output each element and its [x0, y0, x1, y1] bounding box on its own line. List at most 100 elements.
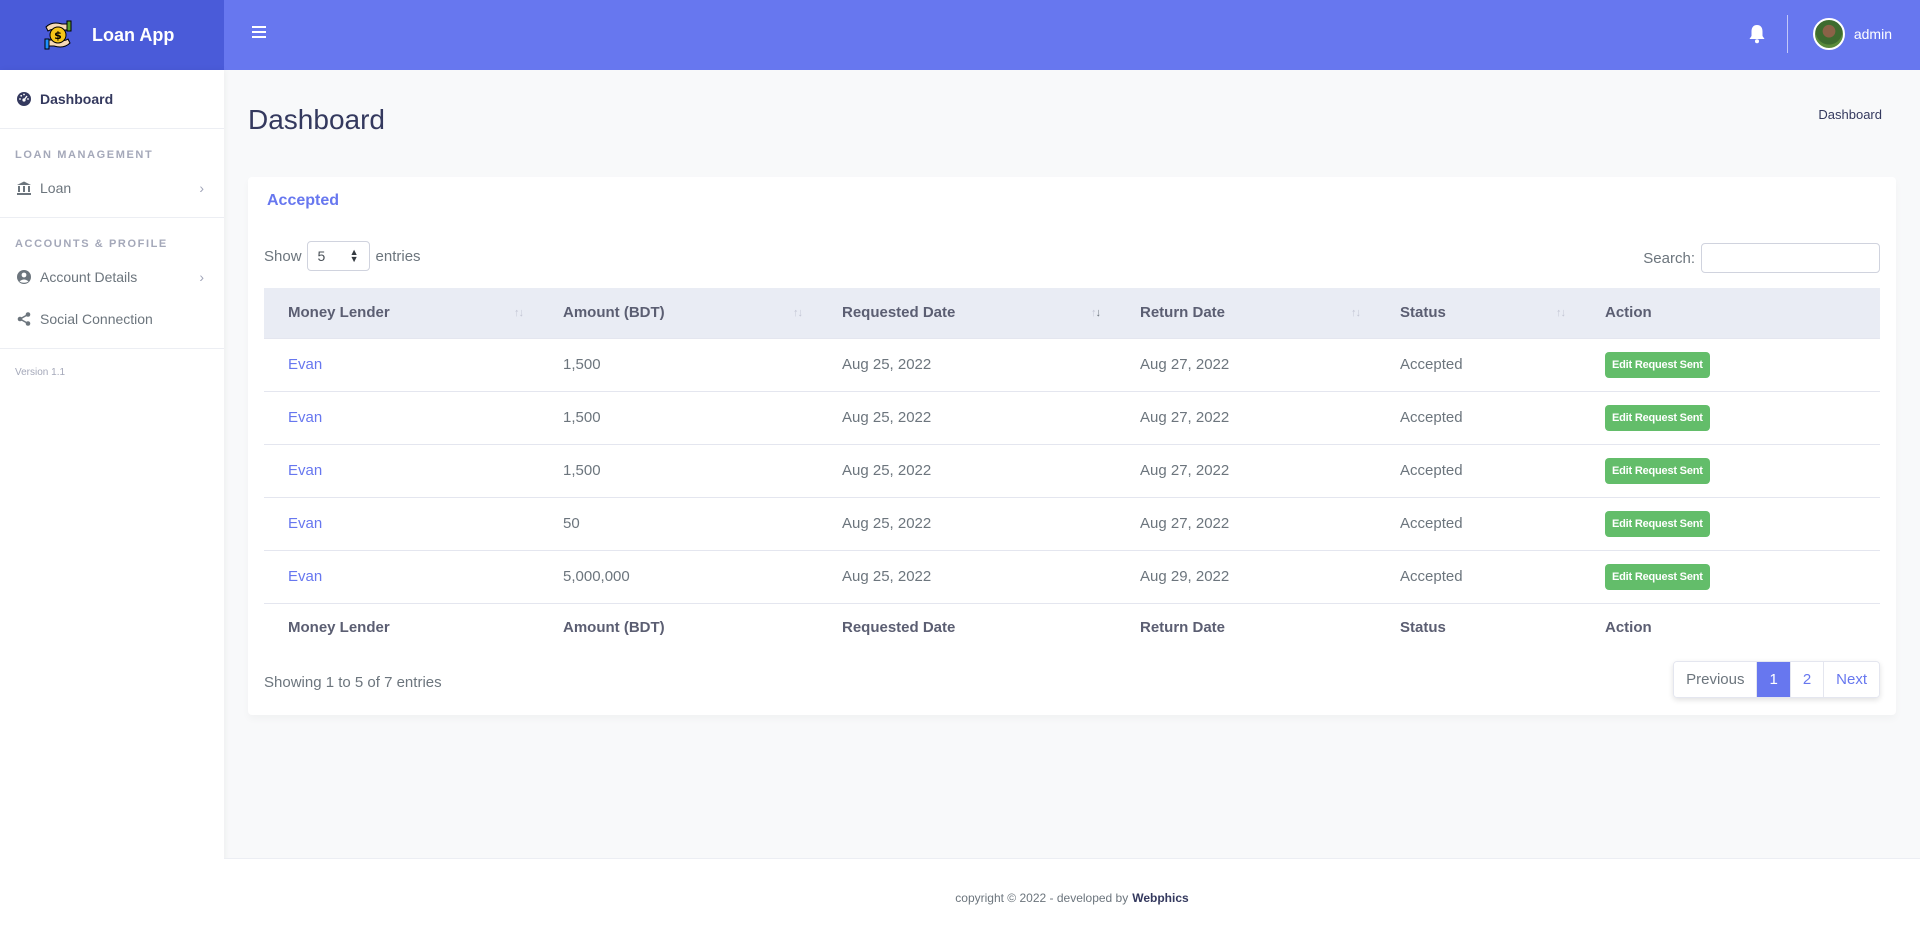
footer-status: Status [1400, 618, 1446, 636]
hamburger-icon[interactable] [252, 26, 266, 40]
requested-date-cell: Aug 25, 2022 [842, 356, 932, 373]
user-name: admin [1853, 26, 1892, 42]
version-label: Version 1.1 [15, 367, 66, 378]
sort-desc-icon: ↑↓ [1091, 306, 1101, 319]
sort-icon: ↑↓ [793, 306, 803, 319]
bell-icon[interactable] [1748, 24, 1766, 44]
sort-icon: ↑↓ [1556, 306, 1566, 319]
table-row: Evan 5,000,000 Aug 25, 2022 Aug 29, 2022… [264, 550, 1880, 603]
dashboard-gauge-icon [17, 92, 31, 106]
share-icon [17, 312, 31, 326]
brand[interactable]: $ Loan App [0, 0, 224, 70]
user-menu[interactable]: admin [1812, 18, 1892, 50]
requested-date-cell: Aug 25, 2022 [842, 568, 932, 585]
status-cell: Accepted [1400, 568, 1463, 585]
user-circle-icon [17, 270, 31, 284]
lender-link[interactable]: Evan [264, 391, 539, 444]
lender-link[interactable]: Evan [264, 338, 539, 391]
search-input[interactable] [1701, 243, 1880, 273]
table-info: Showing 1 to 5 of 7 entries [264, 674, 442, 691]
breadcrumb[interactable]: Dashboard [1818, 107, 1882, 122]
show-label: Show [264, 247, 302, 265]
status-cell: Accepted [1400, 462, 1463, 479]
table-header-row: Money Lender ↑↓ Amount (BDT) ↑↓ Requested … [264, 288, 1880, 338]
status-cell: Accepted [1400, 356, 1463, 373]
previous-page-button[interactable]: Previous [1674, 662, 1758, 697]
page-2-button[interactable]: 2 [1790, 662, 1825, 697]
lender-link[interactable]: Evan [264, 444, 539, 497]
column-header-money-lender[interactable]: Money Lender ↑↓ [264, 288, 539, 338]
sidebar-item-label: Loan [40, 180, 72, 196]
edit-request-sent-button[interactable]: Edit Request Sent [1605, 563, 1710, 590]
accepted-loans-card: Accepted Show 5 ▲ ▼ entries Search: Money… [248, 177, 1896, 715]
lender-link[interactable]: Evan [264, 497, 539, 550]
status-cell: Accepted [1400, 515, 1463, 532]
loans-table: Money Lender ↑↓ Amount (BDT) ↑↓ Requested … [264, 288, 1880, 651]
app-name: Loan App [92, 24, 175, 45]
search: Search: [1643, 243, 1880, 273]
sidebar-item-social-connection[interactable]: Social Connection [0, 298, 224, 340]
lender-link[interactable]: Evan [264, 550, 539, 603]
footer: copyright © 2022 - developed by Webphics [224, 858, 1920, 937]
sidebar-item-label: Dashboard [40, 91, 114, 107]
select-arrows-icon: ▲ ▼ [349, 247, 359, 264]
column-header-return-date[interactable]: Return Date ↑↓ [1116, 288, 1376, 338]
table-row: Evan 1,500 Aug 25, 2022 Aug 27, 2022 Acc… [264, 338, 1880, 391]
column-header-status[interactable]: Status ↑↓ [1376, 288, 1581, 338]
column-header-requested-date[interactable]: Requested Date ↑↓ [818, 288, 1116, 338]
footer-return-date: Return Date [1140, 618, 1226, 636]
search-label: Search: [1643, 249, 1695, 267]
sidebar-section-header: ACCOUNTS & PROFILE [15, 238, 168, 250]
requested-date-cell: Aug 25, 2022 [842, 462, 932, 479]
return-date-cell: Aug 27, 2022 [1140, 462, 1230, 479]
footer-action: Action [1605, 618, 1652, 636]
sidebar-item-dashboard[interactable]: Dashboard [0, 70, 224, 128]
sidebar-section-header: LOAN MANAGEMENT [15, 149, 154, 161]
edit-request-sent-button[interactable]: Edit Request Sent [1605, 510, 1710, 537]
action-cell: Edit Request Sent [1581, 497, 1880, 550]
svg-text:$: $ [54, 29, 62, 42]
topbar: admin [224, 0, 1920, 70]
page-title: Dashboard [248, 104, 385, 135]
developer-link[interactable]: Webphics [1132, 891, 1188, 905]
footer-money-lender: Money Lender [288, 618, 390, 636]
action-cell: Edit Request Sent [1581, 338, 1880, 391]
table-row: Evan 1,500 Aug 25, 2022 Aug 27, 2022 Acc… [264, 391, 1880, 444]
edit-request-sent-button[interactable]: Edit Request Sent [1605, 351, 1710, 378]
action-cell: Edit Request Sent [1581, 444, 1880, 497]
entries-label: entries [375, 247, 421, 265]
amount-cell: 1,500 [563, 409, 601, 426]
money-hands-logo-icon: $ [44, 20, 72, 50]
amount-cell: 1,500 [563, 356, 601, 373]
edit-request-sent-button[interactable]: Edit Request Sent [1605, 404, 1710, 431]
footer-requested-date: Requested Date [842, 618, 956, 636]
card-title: Accepted [267, 192, 340, 209]
amount-cell: 1,500 [563, 462, 601, 479]
sidebar-item-account-details[interactable]: Account Details › [0, 256, 224, 298]
column-header-action: Action [1605, 304, 1652, 322]
return-date-cell: Aug 27, 2022 [1140, 515, 1230, 532]
sidebar-item-label: Social Connection [40, 311, 153, 327]
chevron-right-icon: › [199, 180, 204, 196]
return-date-cell: Aug 27, 2022 [1140, 409, 1230, 426]
requested-date-cell: Aug 25, 2022 [842, 515, 932, 532]
page-size-select[interactable]: 5 ▲ ▼ [306, 241, 370, 271]
avatar [1812, 18, 1845, 50]
footer-amount: Amount (BDT) [563, 618, 665, 636]
copyright-text: copyright © 2022 - developed by [955, 891, 1129, 905]
status-cell: Accepted [1400, 409, 1463, 426]
edit-request-sent-button[interactable]: Edit Request Sent [1605, 457, 1710, 484]
sidebar-item-loan[interactable]: Loan › [0, 167, 224, 209]
table-row: Evan 50 Aug 25, 2022 Aug 27, 2022 Accept… [264, 497, 1880, 550]
return-date-cell: Aug 29, 2022 [1140, 568, 1230, 585]
page-1-button[interactable]: 1 [1757, 662, 1791, 697]
next-page-button[interactable]: Next [1824, 662, 1879, 697]
sort-icon: ↑↓ [514, 306, 524, 319]
sort-icon: ↑↓ [1351, 306, 1361, 319]
pagination: Previous 1 2 Next [1673, 661, 1880, 698]
amount-cell: 5,000,000 [563, 568, 630, 585]
action-cell: Edit Request Sent [1581, 550, 1880, 603]
bank-icon [17, 181, 31, 195]
column-header-amount[interactable]: Amount (BDT) ↑↓ [539, 288, 818, 338]
sidebar: Dashboard LOAN MANAGEMENT Loan › ACCOUNT… [0, 70, 224, 937]
